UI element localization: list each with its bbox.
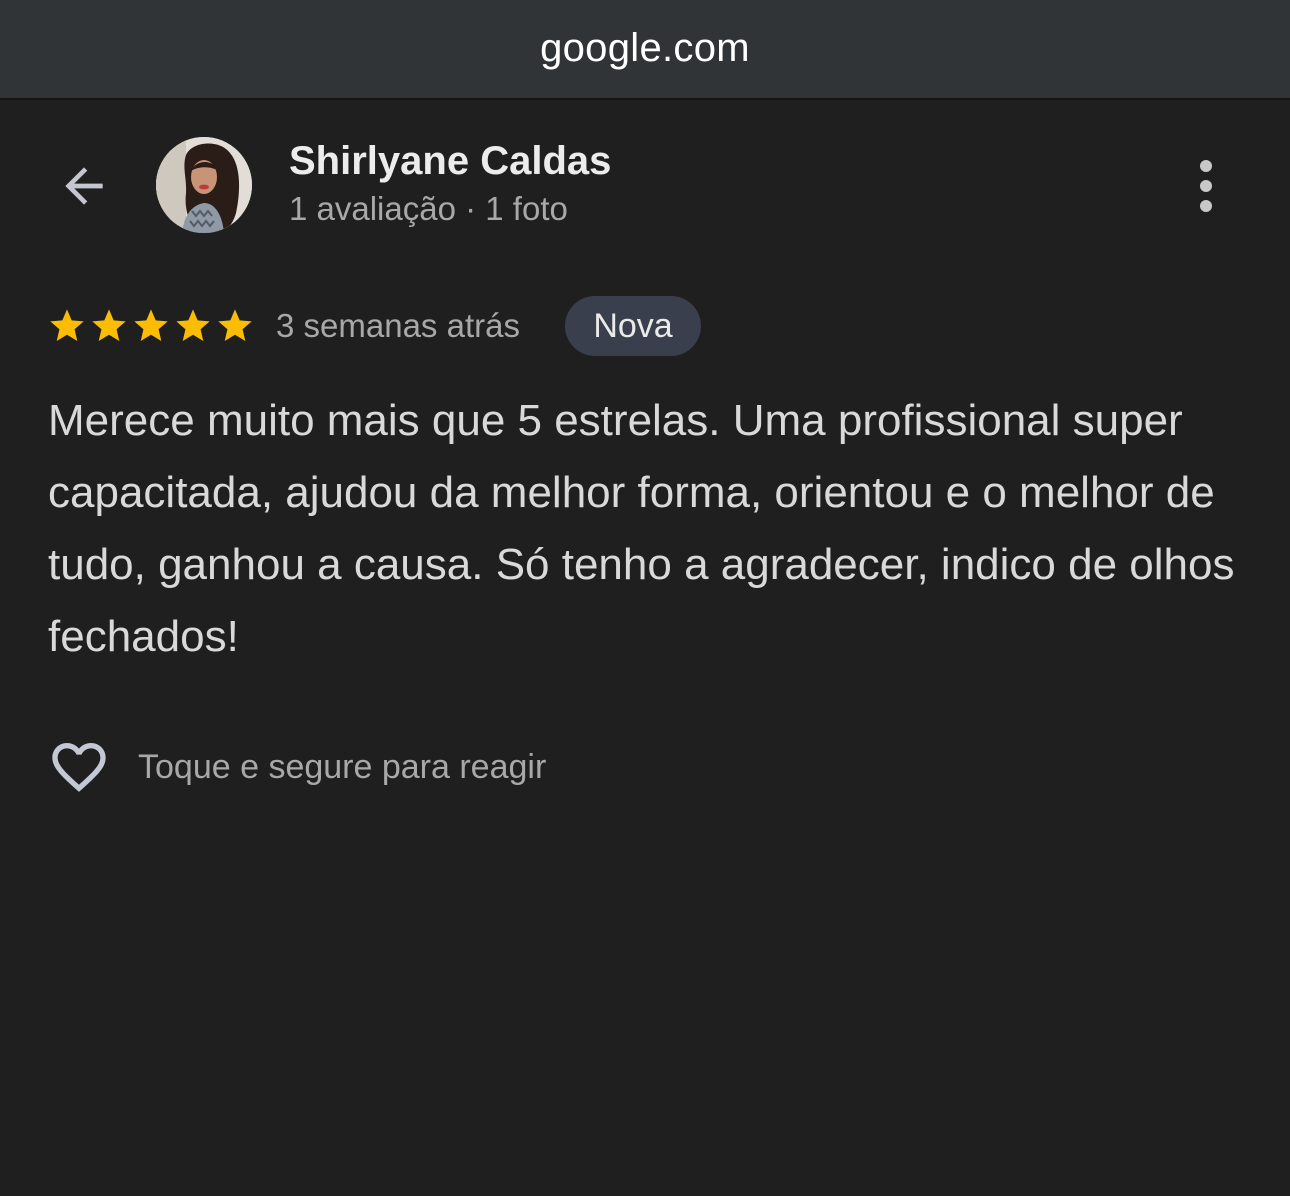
avatar[interactable] — [156, 137, 252, 233]
review-text: Merece muito mais que 5 estrelas. Uma pr… — [48, 396, 1235, 661]
url-text[interactable]: google.com — [540, 26, 750, 71]
new-badge: Nova — [565, 296, 701, 356]
star-icon — [134, 309, 168, 341]
star-icon — [92, 309, 126, 341]
star-icon — [176, 309, 210, 341]
heart-outline-icon — [52, 743, 106, 792]
reviewer-meta: 1 avaliação · 1 foto — [289, 190, 568, 227]
more-vert-icon — [1200, 160, 1212, 172]
star-rating — [47, 306, 255, 346]
more-options-button[interactable] — [1180, 150, 1232, 222]
react-hint: Toque e segure para reagir — [138, 748, 547, 786]
more-vert-icon-dot — [1200, 200, 1212, 212]
back-button[interactable] — [48, 150, 120, 222]
arrow-back-icon — [65, 167, 103, 205]
review-time: 3 semanas atrás — [276, 307, 520, 344]
browser-url-bar[interactable]: google.com — [0, 0, 1290, 100]
react-button[interactable] — [44, 734, 114, 800]
star-icon — [218, 309, 252, 341]
star-icon — [50, 309, 84, 341]
reviewer-name[interactable]: Shirlyane Caldas — [289, 139, 611, 184]
avatar-image — [156, 137, 252, 233]
more-vert-icon-dot — [1200, 180, 1212, 192]
